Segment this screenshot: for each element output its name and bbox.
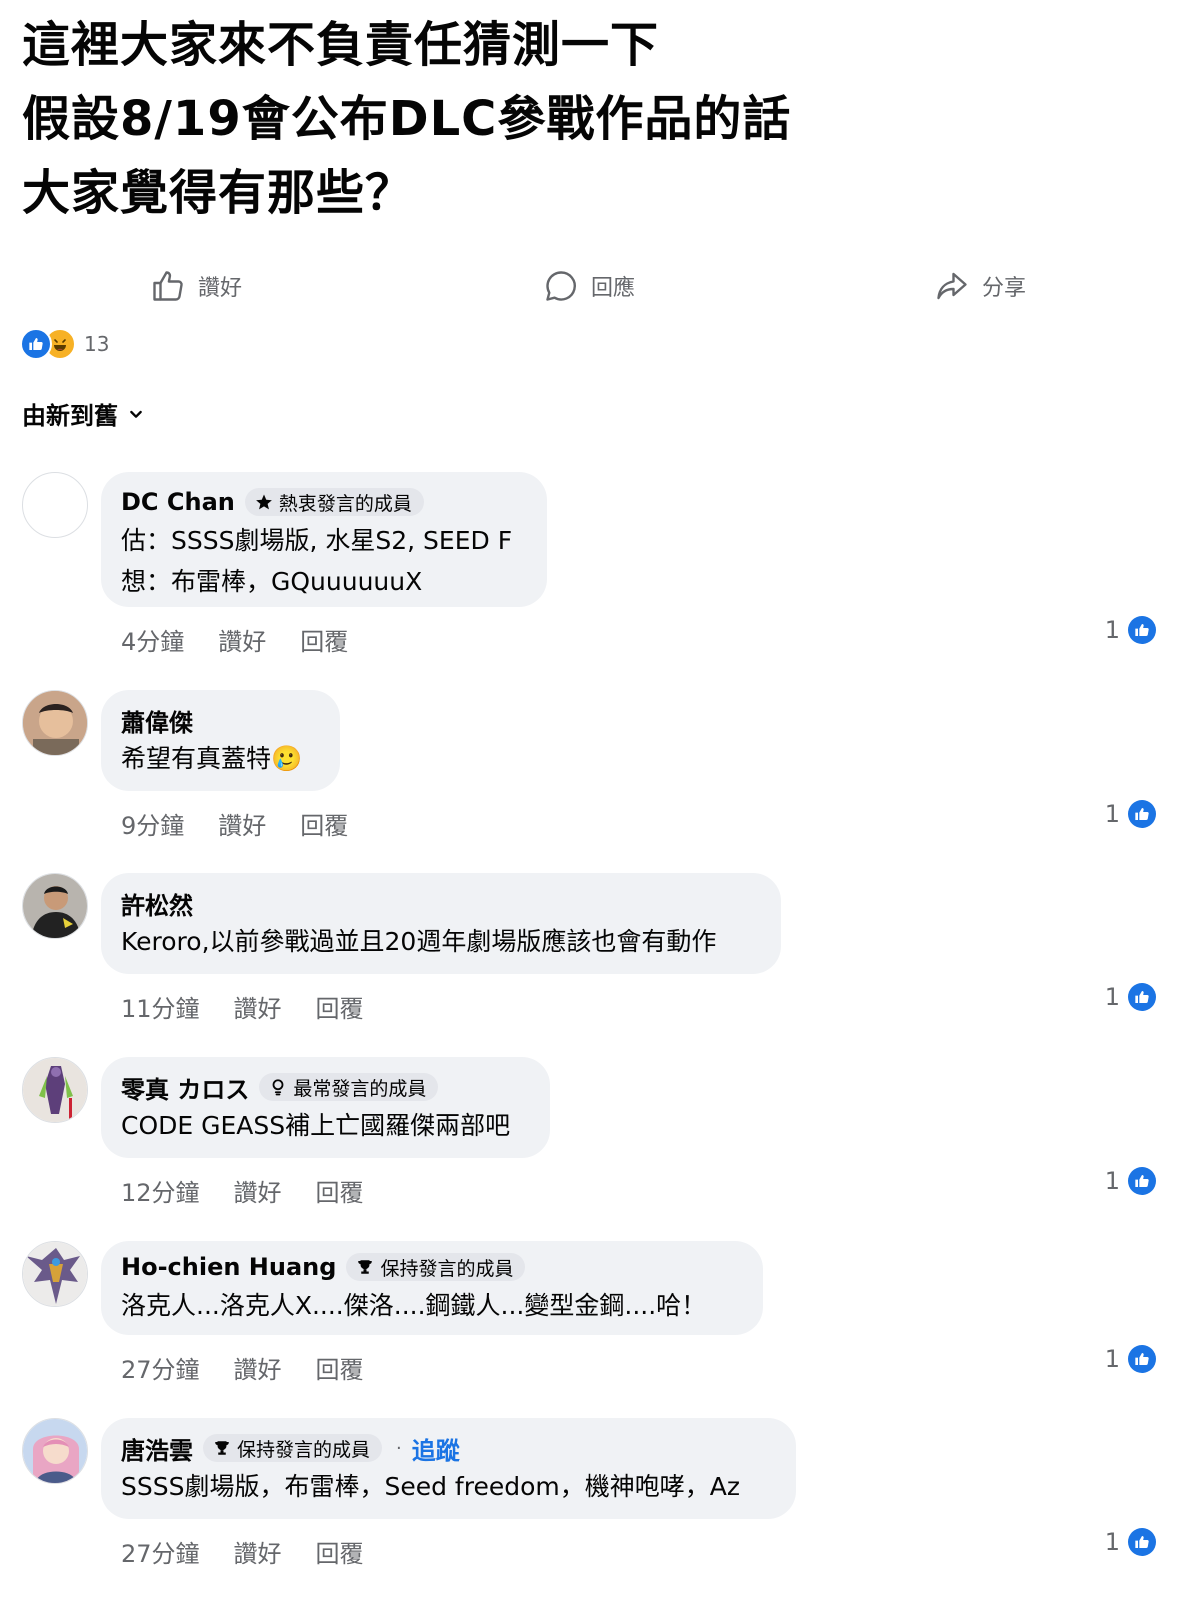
- comment-text: 估：SSSS劇場版, 水星S2, SEED F 想：布雷棒，GQuuuuuuX: [121, 526, 513, 596]
- thumbs-up-icon: [1128, 1528, 1156, 1556]
- comment-bubble: 蕭偉傑 希望有真蓋特🥲: [101, 690, 340, 791]
- follow-button[interactable]: 追蹤: [412, 1431, 460, 1466]
- comment-author[interactable]: DC Chan: [121, 488, 235, 516]
- star-icon: [256, 494, 272, 510]
- comment-meta: 11分鐘 讚好 回覆: [121, 989, 364, 1024]
- comment-reply-button[interactable]: 回覆: [300, 806, 348, 841]
- sort-label: 由新到舊: [22, 402, 118, 430]
- comment-reply-button[interactable]: 回覆: [316, 1534, 364, 1569]
- comment-like-button[interactable]: 讚好: [234, 989, 282, 1024]
- comment-meta: 4分鐘 讚好 回覆: [121, 622, 348, 657]
- member-badge: 熱衷發言的成員: [244, 488, 424, 516]
- comment-reply-button[interactable]: 回覆: [316, 1350, 364, 1385]
- like-button-label: 讚好: [198, 276, 243, 301]
- thumbs-up-icon: [1128, 1345, 1156, 1373]
- thumbs-up-icon: [1128, 800, 1156, 828]
- comment-author[interactable]: 唐浩雲: [121, 1431, 193, 1466]
- comment-timestamp: 12分鐘: [121, 1179, 200, 1207]
- comment-timestamp: 9分鐘: [121, 812, 185, 840]
- comment-bubble: 零真 カロス 最常發言的成員 CODE GEASS補上亡國羅傑兩部吧: [101, 1057, 550, 1158]
- comment-text: 洛克人...洛克人X....傑洛....鋼鐵人...變型金鋼....哈！: [121, 1291, 707, 1320]
- comment-reply-button[interactable]: 回覆: [316, 989, 364, 1024]
- comment-like-button[interactable]: 讚好: [218, 806, 266, 841]
- like-reaction-icon: [20, 328, 52, 360]
- member-badge-label: 最常發言的成員: [293, 1077, 427, 1100]
- member-badge-label: 熱衷發言的成員: [278, 492, 412, 515]
- avatar[interactable]: [22, 1241, 88, 1307]
- member-badge: 保持發言的成員: [346, 1253, 526, 1281]
- comment-like-count: 1: [1104, 800, 1120, 828]
- comment-reactions[interactable]: 1: [1105, 1345, 1156, 1373]
- comment-reply-button[interactable]: 回覆: [316, 1173, 364, 1208]
- post-action-bar: 讚好 回應 分享: [0, 258, 1200, 314]
- comment-meta: 27分鐘 讚好 回覆: [121, 1350, 364, 1385]
- member-badge-label: 保持發言的成員: [380, 1257, 514, 1280]
- thumbs-up-icon: [1128, 983, 1156, 1011]
- comment-timestamp: 4分鐘: [121, 628, 185, 656]
- comment-like-button[interactable]: 讚好: [234, 1534, 282, 1569]
- share-button-label: 分享: [982, 276, 1027, 301]
- comment-like-count: 1: [1104, 1345, 1120, 1373]
- comment-text: Keroro,以前參戰過並且20週年劇場版應該也會有動作: [121, 927, 717, 956]
- comment-bubble: 許松然 Keroro,以前參戰過並且20週年劇場版應該也會有動作: [101, 873, 781, 974]
- comment-like-count: 1: [1104, 616, 1120, 644]
- comment-reply-button[interactable]: 回覆: [300, 622, 348, 657]
- sort-dropdown[interactable]: 由新到舊: [22, 396, 144, 431]
- member-badge-label: 保持發言的成員: [237, 1438, 371, 1461]
- comment-text: CODE GEASS補上亡國羅傑兩部吧: [121, 1111, 511, 1140]
- comment-reactions[interactable]: 1: [1105, 983, 1156, 1011]
- comment-like-button[interactable]: 讚好: [234, 1173, 282, 1208]
- comment-reactions[interactable]: 1: [1105, 1167, 1156, 1195]
- reaction-summary[interactable]: 13: [20, 328, 109, 360]
- share-arrow-icon: [937, 272, 967, 300]
- comment-button-label: 回應: [591, 276, 636, 301]
- avatar[interactable]: [22, 873, 88, 939]
- post-text: 這裡大家來不負責任猜測一下 假設8/19會公布DLC參戰作品的話 大家覺得有那些…: [22, 17, 792, 221]
- comment-author[interactable]: 零真 カロス: [121, 1070, 249, 1105]
- member-badge: 最常發言的成員: [259, 1073, 439, 1101]
- separator-dot: ·: [396, 1437, 402, 1459]
- comment-like-button[interactable]: 讚好: [218, 622, 266, 657]
- comment-author[interactable]: Ho-chien Huang: [121, 1253, 336, 1281]
- thumbs-up-icon: [153, 271, 183, 301]
- reaction-count: 13: [84, 332, 110, 356]
- comment-like-button[interactable]: 讚好: [234, 1350, 282, 1385]
- comment-timestamp: 27分鐘: [121, 1540, 200, 1568]
- trophy-icon: [358, 1260, 373, 1274]
- comment-text: SSSS劇場版，布雷棒，Seed freedom，機神咆哮，Az: [121, 1472, 740, 1501]
- avatar[interactable]: [22, 472, 88, 538]
- avatar[interactable]: [22, 690, 88, 756]
- comment-meta: 27分鐘 讚好 回覆: [121, 1534, 364, 1569]
- like-button[interactable]: 讚好: [150, 258, 242, 314]
- comment-like-count: 1: [1104, 1528, 1120, 1556]
- avatar[interactable]: [22, 1418, 88, 1484]
- share-button[interactable]: 分享: [934, 258, 1026, 314]
- comment-button[interactable]: 回應: [543, 258, 635, 314]
- comment-like-count: 1: [1104, 1167, 1120, 1195]
- avatar[interactable]: [22, 1057, 88, 1123]
- comment-like-count: 1: [1104, 983, 1120, 1011]
- comment-bubble: 唐浩雲 保持發言的成員 · 追蹤 SSSS劇場版，布雷棒，Seed freedo…: [101, 1418, 796, 1519]
- comment-timestamp: 11分鐘: [121, 995, 200, 1023]
- comment-meta: 9分鐘 讚好 回覆: [121, 806, 348, 841]
- thumbs-up-icon: [1128, 616, 1156, 644]
- comment-bubble: DC Chan 熱衷發言的成員 估：SSSS劇場版, 水星S2, SEED F …: [101, 472, 547, 607]
- comment-reactions[interactable]: 1: [1105, 1528, 1156, 1556]
- comment-text: 希望有真蓋特🥲: [121, 744, 303, 773]
- comment-reactions[interactable]: 1: [1105, 800, 1156, 828]
- bulb-icon: [272, 1079, 284, 1096]
- comment-timestamp: 27分鐘: [121, 1356, 200, 1384]
- chevron-down-icon: [130, 410, 142, 418]
- comment-bubble-icon: [546, 271, 576, 301]
- comment-author[interactable]: 許松然: [121, 886, 193, 921]
- comment-bubble: Ho-chien Huang 保持發言的成員 洛克人...洛克人X....傑洛.…: [101, 1241, 763, 1335]
- thumbs-up-icon: [1128, 1167, 1156, 1195]
- comment-meta: 12分鐘 讚好 回覆: [121, 1173, 364, 1208]
- trophy-icon: [215, 1441, 229, 1455]
- comment-reactions[interactable]: 1: [1105, 616, 1156, 644]
- comment-author[interactable]: 蕭偉傑: [121, 703, 193, 738]
- member-badge: 保持發言的成員: [203, 1434, 383, 1462]
